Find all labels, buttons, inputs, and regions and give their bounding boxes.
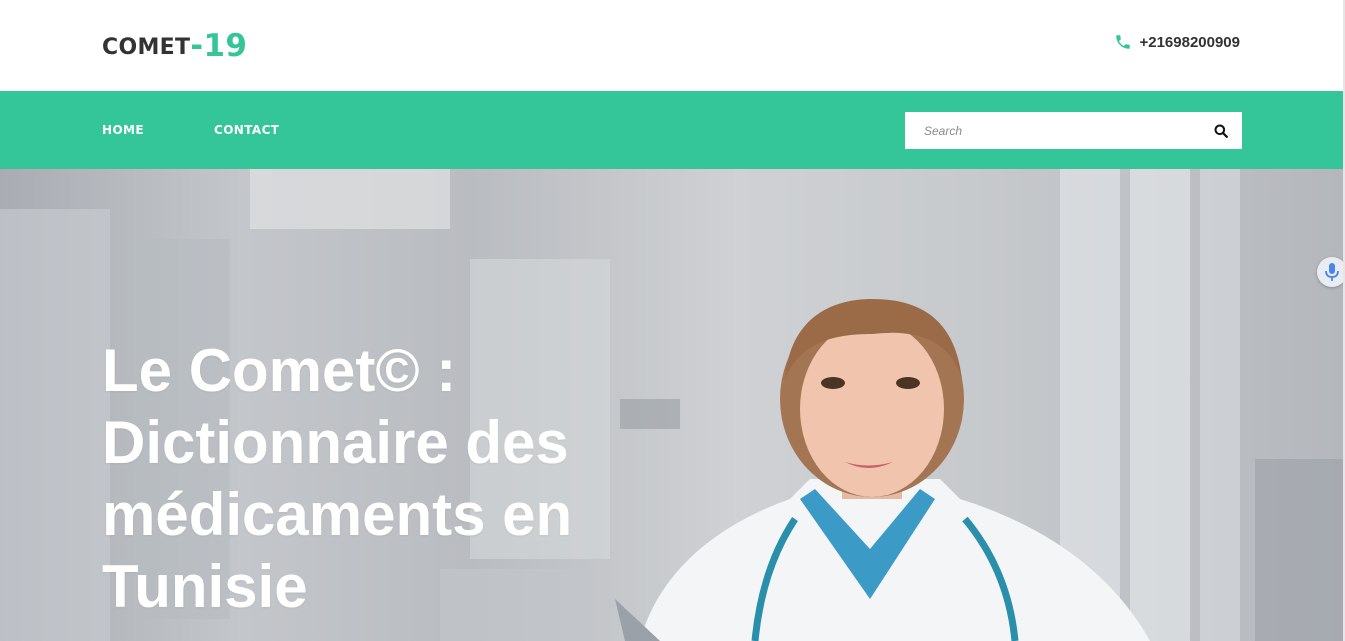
search-input[interactable] — [905, 112, 1195, 149]
main-nav: HOME CONTACT — [0, 91, 1343, 169]
search-box — [905, 112, 1242, 149]
search-icon[interactable] — [1214, 123, 1228, 138]
header-phone: +21698200909 — [1114, 33, 1240, 51]
logo-number: -19 — [190, 28, 248, 64]
site-header: COMET-19 +21698200909 — [0, 0, 1343, 91]
hero-banner: Le Comet© : Dictionnaire des médicaments… — [0, 169, 1343, 641]
nav-home-link[interactable]: HOME — [102, 123, 144, 137]
nav-contact-link[interactable]: CONTACT — [214, 123, 279, 137]
phone-icon — [1114, 33, 1132, 51]
site-logo[interactable]: COMET-19 — [102, 26, 248, 64]
logo-text: COMET — [102, 35, 191, 60]
microphone-icon[interactable] — [1317, 257, 1343, 287]
hero-title: Le Comet© : Dictionnaire des médicaments… — [102, 337, 573, 620]
phone-number[interactable]: +21698200909 — [1139, 34, 1240, 51]
